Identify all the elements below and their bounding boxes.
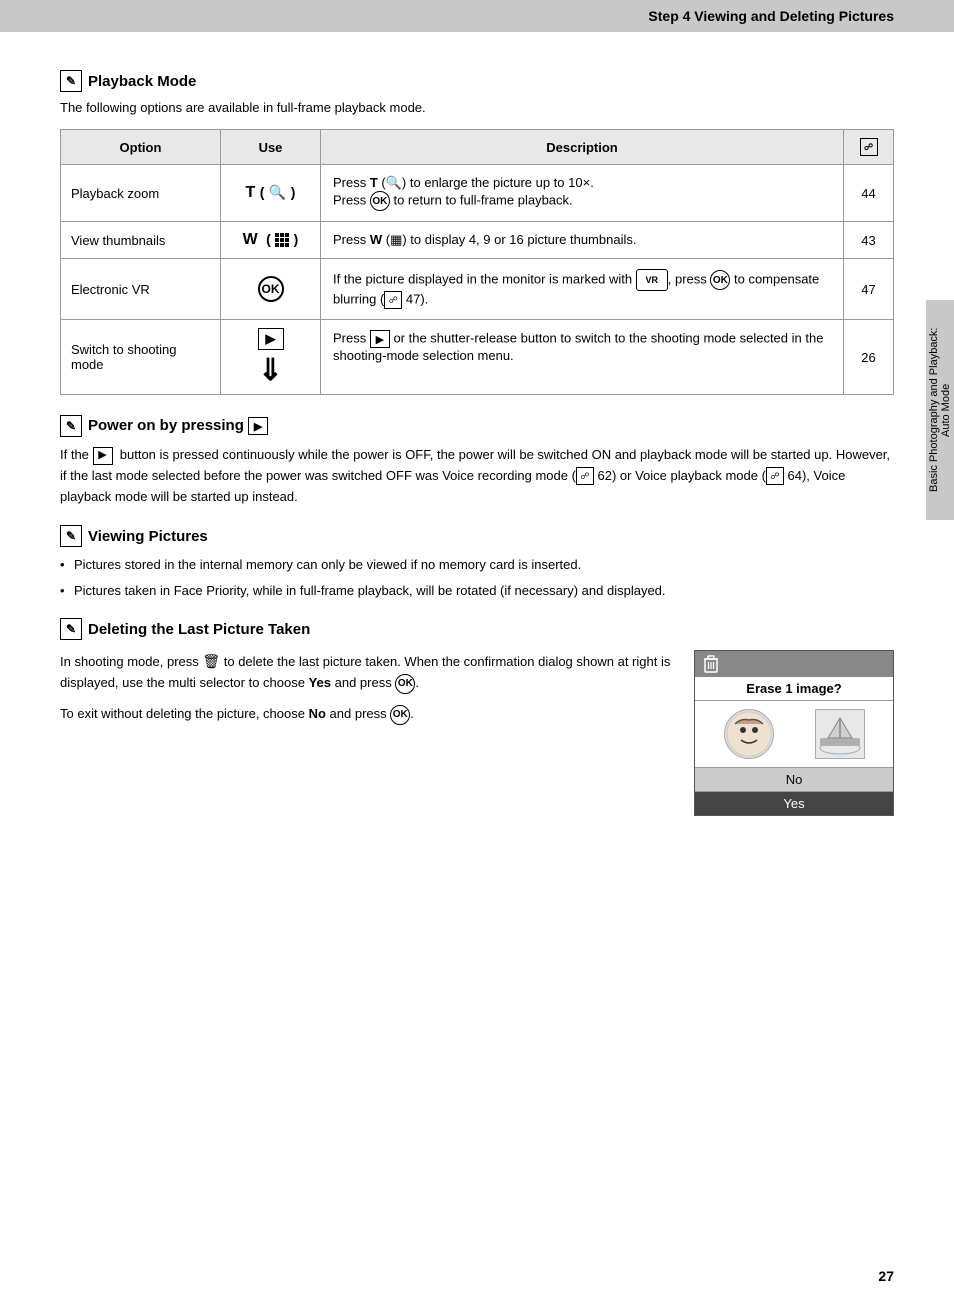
page-view-thumbnails: 43	[844, 222, 894, 259]
use-switch-mode: ▶ ⇓	[221, 320, 321, 395]
playback-mode-title: Playback Mode	[88, 73, 196, 90]
ok-icon-4: OK	[390, 705, 410, 725]
desc-electronic-vr: If the picture displayed in the monitor …	[321, 259, 844, 320]
pencil-icon-3: ✎	[60, 525, 82, 547]
deleting-title: Deleting the Last Picture Taken	[88, 621, 310, 638]
page-switch-mode: 26	[844, 320, 894, 395]
use-playback-zoom: T ( 🔍 )	[221, 165, 321, 222]
use-electronic-vr: OK	[221, 259, 321, 320]
play-icon-body: ▶	[93, 447, 113, 465]
ref-icon-3: ☍	[576, 467, 594, 485]
pencil-icon: ✎	[60, 70, 82, 92]
side-tab: Basic Photography and Playback: Auto Mod…	[926, 300, 954, 520]
option-switch-mode: Switch to shooting mode	[61, 320, 221, 395]
ok-icon-3: OK	[395, 674, 415, 694]
pencil-icon-4: ✎	[60, 618, 82, 640]
switch-mode-use-container: ▶ ⇓	[231, 328, 310, 386]
erase-dialog: Erase 1 image?	[694, 650, 894, 816]
table-row: Playback zoom T ( 🔍 ) Press T (🔍) to enl…	[61, 165, 894, 222]
ref-icon-2: ☍	[384, 291, 402, 309]
ok-icon-2: OK	[710, 270, 730, 290]
arrow-down-icon: ⇓	[258, 356, 283, 386]
deleting-heading: ✎ Deleting the Last Picture Taken	[60, 618, 894, 640]
ref-icon: ☍	[860, 138, 878, 156]
header-title: Step 4 Viewing and Deleting Pictures	[648, 8, 894, 24]
power-on-body: If the ▶ button is pressed continuously …	[60, 445, 894, 507]
pencil-icon-2: ✎	[60, 415, 82, 437]
main-content: ✎ Playback Mode The following options ar…	[0, 32, 954, 856]
list-item: Pictures stored in the internal memory c…	[60, 555, 894, 575]
col-use: Use	[221, 130, 321, 165]
ok-button-icon: OK	[258, 276, 284, 302]
viewing-pictures-title: Viewing Pictures	[88, 528, 208, 545]
page-number: 27	[878, 1268, 894, 1284]
table-row: Switch to shooting mode ▶ ⇓ Press ▶ or t…	[61, 320, 894, 395]
table-row: Electronic VR OK If the picture displaye…	[61, 259, 894, 320]
power-on-title: Power on by pressing ▶	[88, 417, 268, 435]
deleting-content: In shooting mode, press 🗑 to delete the …	[60, 650, 894, 816]
table-row: View thumbnails W ( )	[61, 222, 894, 259]
dialog-image-area	[695, 701, 893, 768]
desc-switch-mode: Press ▶ or the shutter-release button to…	[321, 320, 844, 395]
deleting-body1: In shooting mode, press 🗑 to delete the …	[60, 650, 674, 694]
page-electronic-vr: 47	[844, 259, 894, 320]
play-button-icon: ▶	[258, 328, 284, 350]
trash-icon-inline: 🗑	[202, 653, 220, 669]
boat-illustration	[815, 709, 865, 759]
power-on-heading: ✎ Power on by pressing ▶	[60, 415, 894, 437]
deleting-body2: To exit without deleting the picture, ch…	[60, 704, 674, 725]
desc-view-thumbnails: Press W (▦) to display 4, 9 or 16 pictur…	[321, 222, 844, 259]
playback-mode-intro: The following options are available in f…	[60, 100, 894, 115]
option-playback-zoom: Playback zoom	[61, 165, 221, 222]
col-option: Option	[61, 130, 221, 165]
play-icon-inline: ▶	[370, 330, 390, 348]
deleting-text: In shooting mode, press 🗑 to delete the …	[60, 650, 674, 816]
grid-icon	[275, 233, 289, 247]
page-header: Step 4 Viewing and Deleting Pictures	[0, 0, 954, 32]
option-electronic-vr: Electronic VR	[61, 259, 221, 320]
ok-icon-1: OK	[370, 191, 390, 211]
playback-mode-heading: ✎ Playback Mode	[60, 70, 894, 92]
play-icon-title: ▶	[248, 417, 268, 435]
col-description: Description	[321, 130, 844, 165]
trash-icon	[703, 655, 719, 673]
dialog-title: Erase 1 image?	[695, 677, 893, 701]
dialog-header	[695, 651, 893, 677]
desc-playback-zoom: Press T (🔍) to enlarge the picture up to…	[321, 165, 844, 222]
vr-icon: VR	[636, 269, 668, 291]
page-playback-zoom: 44	[844, 165, 894, 222]
face-illustration	[724, 709, 774, 759]
options-table: Option Use Description ☍ Playback zoom T…	[60, 129, 894, 395]
col-ref: ☍	[844, 130, 894, 165]
use-view-thumbnails: W ( )	[221, 222, 321, 259]
dialog-no-option: No	[695, 768, 893, 792]
viewing-pictures-list: Pictures stored in the internal memory c…	[60, 555, 894, 600]
option-view-thumbnails: View thumbnails	[61, 222, 221, 259]
viewing-pictures-heading: ✎ Viewing Pictures	[60, 525, 894, 547]
ref-icon-4: ☍	[766, 467, 784, 485]
list-item: Pictures taken in Face Priority, while i…	[60, 581, 894, 601]
dialog-yes-option: Yes	[695, 792, 893, 815]
